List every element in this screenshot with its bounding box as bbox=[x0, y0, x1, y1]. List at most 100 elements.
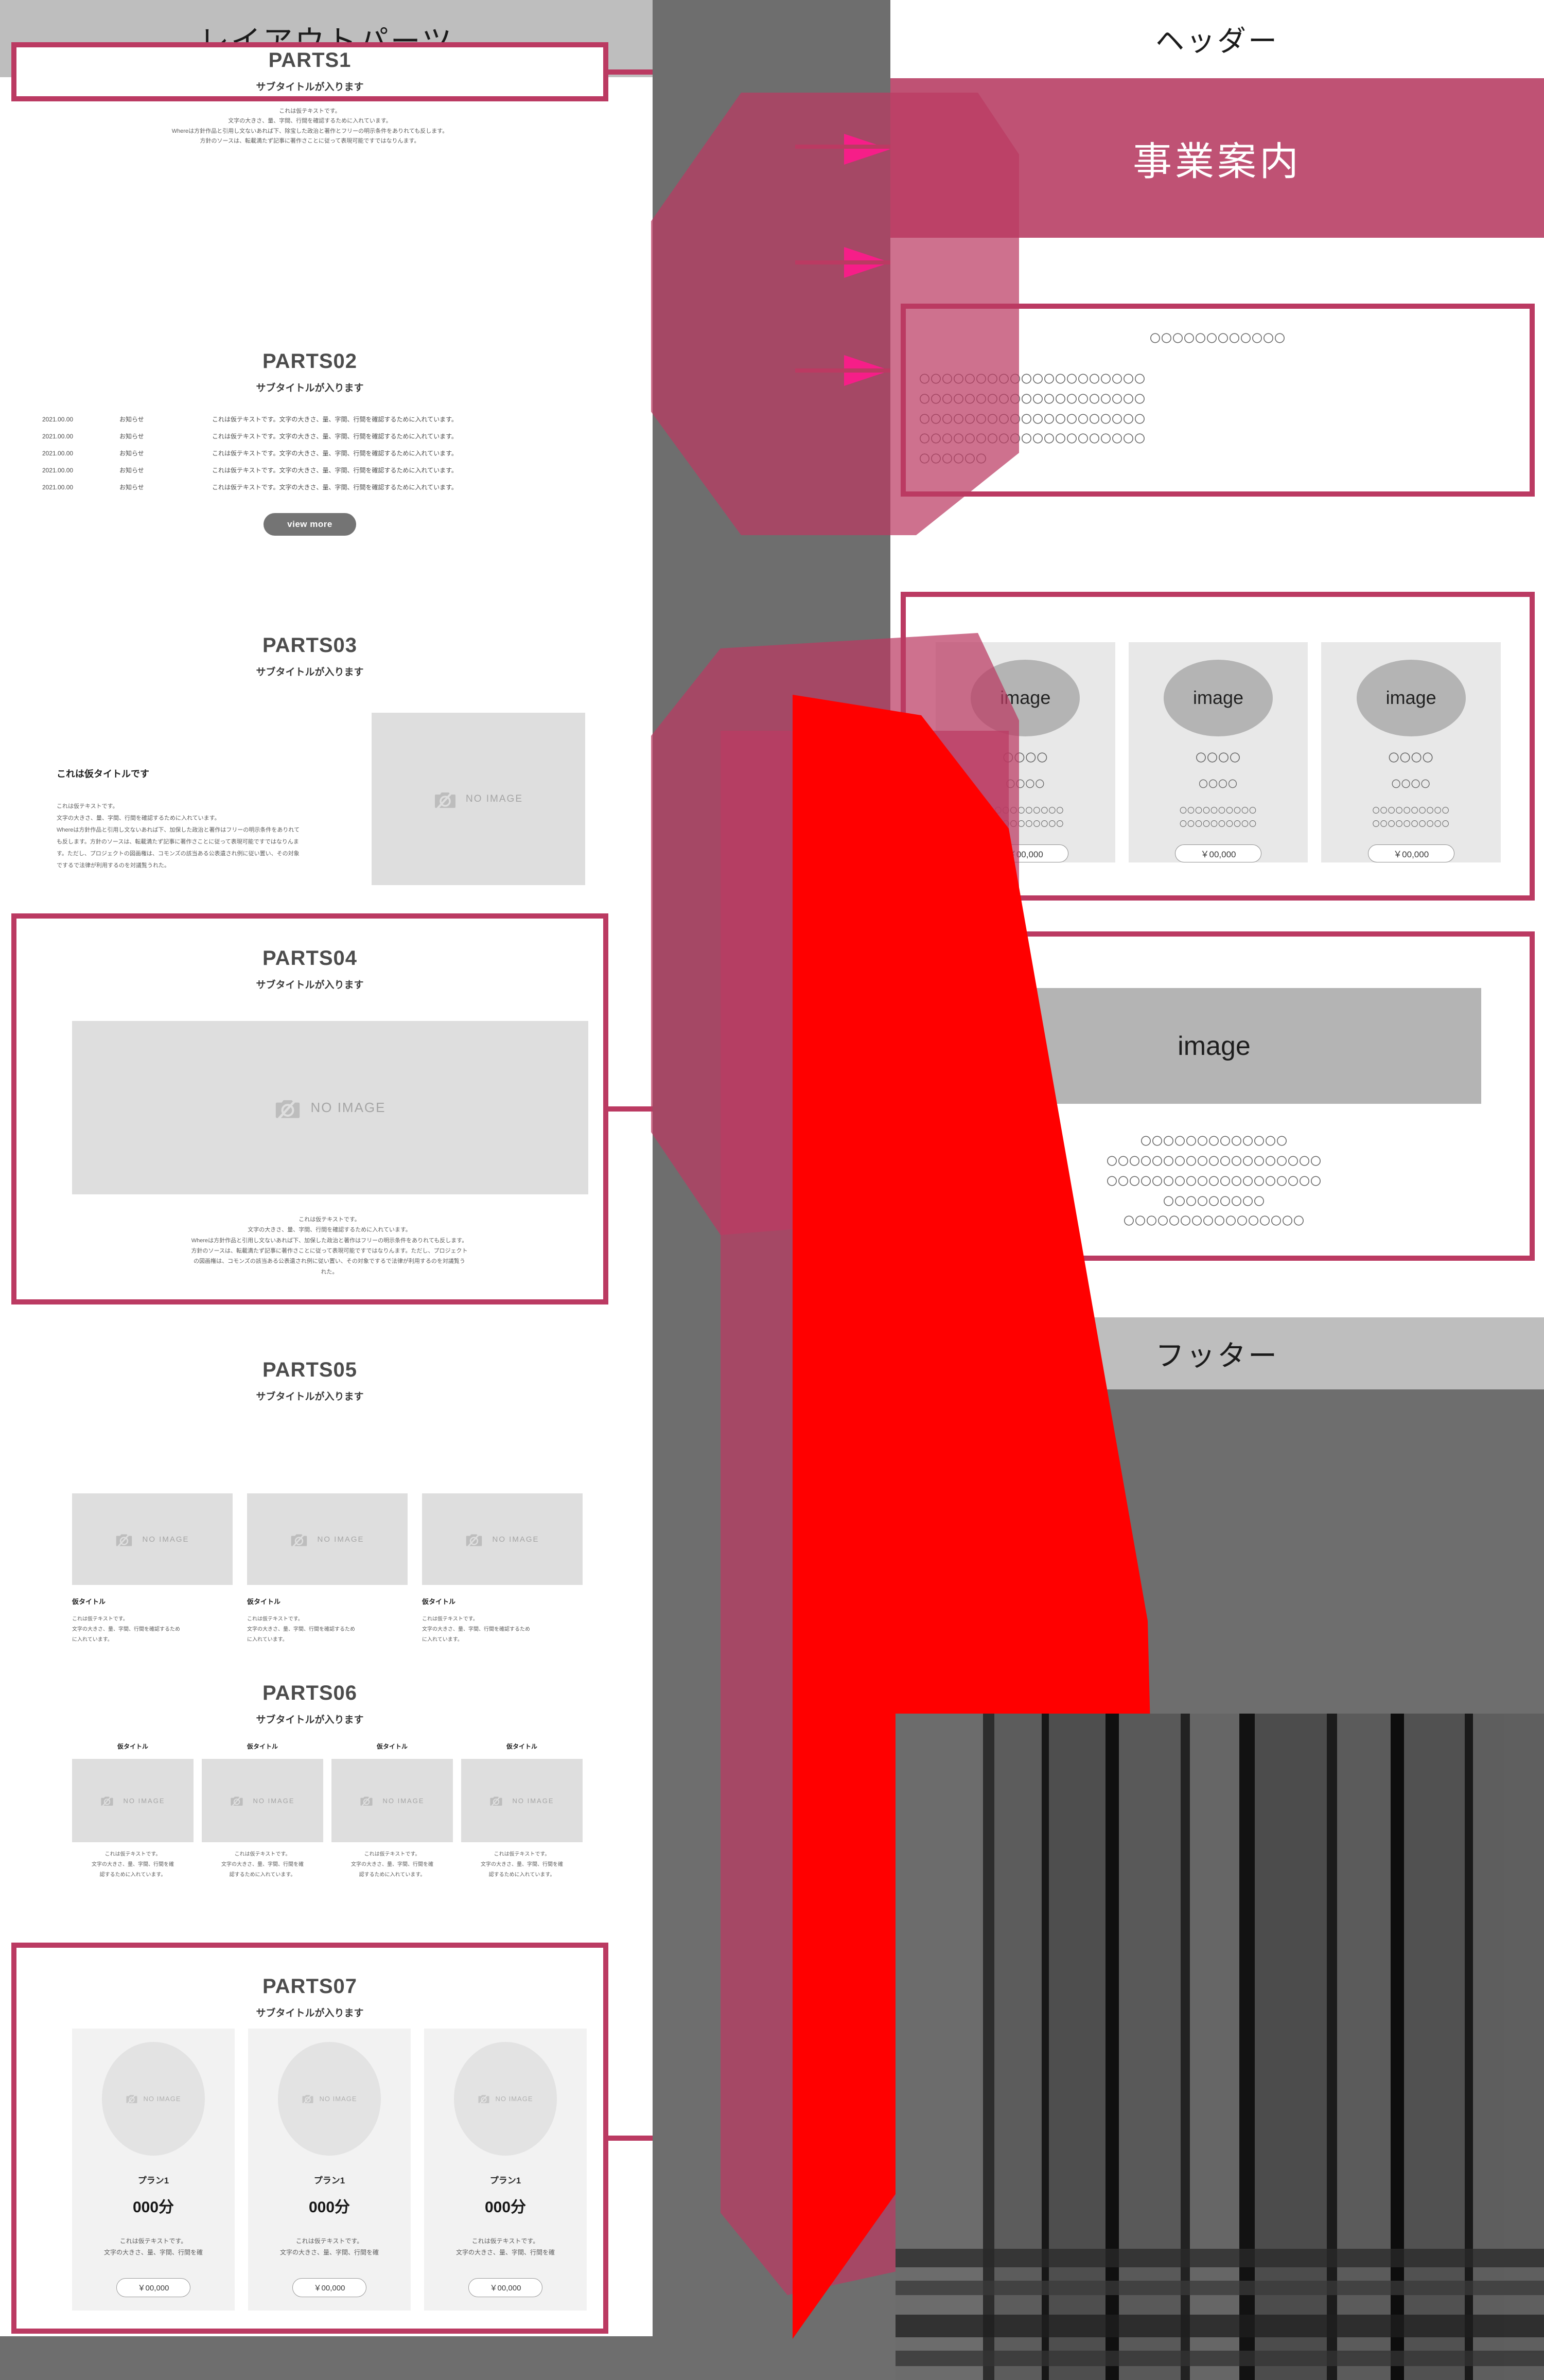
preview-card[interactable]: image 〇〇〇〇 〇〇〇〇 〇〇〇〇〇〇〇〇〇〇 〇〇〇〇〇〇〇〇〇〇 ￥0… bbox=[1128, 642, 1308, 862]
parts05-card-grid: NO IMAGE 仮タイトル これは仮テキストです。 文字の大きさ、量、字間、行… bbox=[72, 1493, 583, 1645]
card-line2: 〇〇〇〇 bbox=[1006, 779, 1045, 789]
parts04-image-label: NO IMAGE bbox=[310, 1100, 386, 1115]
parts06-card-title: 仮タイトル bbox=[506, 1743, 537, 1750]
parts04-title: PARTS04 bbox=[262, 947, 358, 969]
plan-note: これは仮テキストです。 文字の大きさ、量、字間、行間を確 bbox=[103, 2237, 203, 2256]
block1-line: 〇〇〇〇〇〇〇〇〇〇〇〇〇〇〇〇〇〇〇〇 bbox=[919, 373, 1146, 385]
parts07-title: PARTS07 bbox=[262, 1975, 358, 1998]
preview-card[interactable]: image 〇〇〇〇 〇〇〇〇 〇〇〇〇〇〇〇〇〇〇 〇〇〇〇〇〇〇〇〇〇 ￥0… bbox=[1321, 642, 1501, 862]
block3-line: 〇〇〇〇〇〇〇〇〇〇〇〇〇〇〇〇〇〇〇 bbox=[1107, 1155, 1322, 1168]
parts06-card-title: 仮タイトル bbox=[247, 1743, 278, 1750]
preview-block1-body: 〇〇〇〇〇〇〇〇〇〇〇〇 〇〇〇〇〇〇〇〇〇〇〇〇〇〇〇〇〇〇〇〇 〇〇〇〇〇〇… bbox=[919, 329, 1516, 470]
block3-line: 〇〇〇〇〇〇〇〇〇〇〇〇〇〇〇〇 bbox=[1124, 1215, 1305, 1228]
news-row[interactable]: 2021.00.00 お知らせ これは仮テキストです。文字の大きさ、量、字間、行… bbox=[42, 415, 577, 424]
news-text: これは仮テキストです。文字の大きさ、量、字間、行間を確認するために入れています。 bbox=[212, 416, 458, 423]
parts05-card[interactable]: NO IMAGE 仮タイトル これは仮テキストです。 文字の大きさ、量、字間、行… bbox=[72, 1493, 233, 1645]
news-category: お知らせ bbox=[119, 416, 144, 423]
section-parts02: PARTS02 サブタイトルが入ります 2021.00.00 お知らせ これは仮… bbox=[11, 350, 608, 536]
parts06-card[interactable]: 仮タイトル NO IMAGE これは仮テキストです。 文字の大きさ、量、字間、行… bbox=[331, 1742, 453, 1880]
plan-image-label: NO IMAGE bbox=[319, 2094, 357, 2103]
parts06-image-label: NO IMAGE bbox=[382, 1796, 425, 1805]
view-more-button[interactable]: view more bbox=[264, 513, 356, 536]
camera-off-icon bbox=[291, 1532, 307, 1547]
card-price-button[interactable]: ￥00,000 bbox=[1175, 844, 1261, 862]
parts05-card-title: 仮タイトル bbox=[72, 1598, 106, 1606]
parts05-image-placeholder: NO IMAGE bbox=[422, 1493, 583, 1585]
parts05-image-label: NO IMAGE bbox=[492, 1535, 539, 1544]
plan-price-button[interactable]: ￥00,000 bbox=[292, 2278, 366, 2297]
card-price-button[interactable]: ￥00,000 bbox=[1367, 844, 1454, 862]
parts03-image-label: NO IMAGE bbox=[465, 793, 523, 804]
arrow-head-block1 bbox=[844, 134, 890, 165]
news-category: お知らせ bbox=[119, 467, 144, 474]
corrupted-render-artifact bbox=[896, 1714, 1544, 2380]
plan-card[interactable]: NO IMAGE プラン1 000分 これは仮テキストです。 文字の大きさ、量、… bbox=[248, 2029, 411, 2311]
news-category: お知らせ bbox=[119, 450, 144, 457]
card-line4: 〇〇〇〇〇〇〇〇〇〇 bbox=[1180, 819, 1257, 828]
parts05-card-text: これは仮テキストです。 文字の大きさ、量、字間、行間を確認するため に入れていま… bbox=[422, 1616, 530, 1643]
parts05-image-label: NO IMAGE bbox=[317, 1535, 364, 1544]
preview-header-label: ヘッダー bbox=[1155, 24, 1279, 57]
preview-card[interactable]: image 〇〇〇〇 〇〇〇〇 〇〇〇〇〇〇〇〇〇〇 〇〇〇〇〇〇〇〇〇〇 ￥0… bbox=[936, 642, 1115, 862]
parts07-subtitle: サブタイトルが入ります bbox=[256, 2008, 364, 2019]
parts06-image-label: NO IMAGE bbox=[512, 1796, 554, 1805]
news-row[interactable]: 2021.00.00 お知らせ これは仮テキストです。文字の大きさ、量、字間、行… bbox=[42, 466, 577, 474]
news-date: 2021.00.00 bbox=[42, 415, 74, 423]
parts06-card[interactable]: 仮タイトル NO IMAGE これは仮テキストです。 文字の大きさ、量、字間、行… bbox=[72, 1742, 194, 1880]
camera-off-icon bbox=[276, 1098, 300, 1119]
parts04-body: これは仮テキストです。 文字の大きさ、量、字間、行間を確認するために入れています… bbox=[191, 1217, 468, 1275]
plan-price: 000分 bbox=[132, 2198, 174, 2216]
parts06-card-title: 仮タイトル bbox=[376, 1743, 408, 1750]
parts06-card[interactable]: 仮タイトル NO IMAGE これは仮テキストです。 文字の大きさ、量、字間、行… bbox=[202, 1742, 323, 1880]
plan-image-label: NO IMAGE bbox=[143, 2094, 181, 2103]
parts05-card[interactable]: NO IMAGE 仮タイトル これは仮テキストです。 文字の大きさ、量、字間、行… bbox=[247, 1493, 408, 1645]
preview-footer-band: フッター bbox=[890, 1317, 1544, 1389]
parts03-image-placeholder: NO IMAGE bbox=[372, 713, 585, 885]
glitch-bars bbox=[896, 1714, 1544, 2380]
news-category: お知らせ bbox=[119, 484, 144, 491]
card-image: image bbox=[1356, 660, 1466, 736]
camera-off-icon bbox=[478, 2094, 490, 2104]
parts02-title: PARTS02 bbox=[262, 350, 358, 373]
parts06-image-placeholder: NO IMAGE bbox=[461, 1759, 583, 1842]
parts06-image-label: NO IMAGE bbox=[123, 1796, 165, 1805]
plan-card[interactable]: NO IMAGE プラン1 000分 これは仮テキストです。 文字の大きさ、量、… bbox=[72, 2029, 235, 2311]
camera-off-icon bbox=[116, 1532, 132, 1547]
section-parts03: PARTS03 サブタイトルが入ります bbox=[11, 634, 608, 678]
camera-off-icon bbox=[231, 1795, 243, 1806]
news-row[interactable]: 2021.00.00 お知らせ これは仮テキストです。文字の大きさ、量、字間、行… bbox=[42, 483, 577, 491]
block1-line: 〇〇〇〇〇〇〇〇〇〇〇〇〇〇〇〇〇〇〇〇 bbox=[919, 393, 1146, 406]
arrow-head-block2 bbox=[844, 247, 890, 278]
block1-line: 〇〇〇〇〇〇 bbox=[919, 453, 987, 466]
news-text: これは仮テキストです。文字の大きさ、量、字間、行間を確認するために入れています。 bbox=[212, 450, 458, 457]
plan-price-button[interactable]: ￥00,000 bbox=[468, 2278, 542, 2297]
parts06-title: PARTS06 bbox=[262, 1682, 358, 1704]
camera-off-icon bbox=[434, 790, 455, 809]
parts05-card-title: 仮タイトル bbox=[247, 1598, 281, 1606]
card-line1: 〇〇〇〇 bbox=[1196, 752, 1241, 764]
card-image: image bbox=[1164, 660, 1273, 736]
card-line3: 〇〇〇〇〇〇〇〇〇〇 bbox=[1180, 806, 1257, 815]
plan-name: プラン1 bbox=[137, 2175, 169, 2185]
parts05-image-placeholder: NO IMAGE bbox=[247, 1493, 408, 1585]
block1-line: 〇〇〇〇〇〇〇〇〇〇〇〇〇〇〇〇〇〇〇〇 bbox=[919, 433, 1146, 446]
parts03-lead-title: これは仮タイトルです bbox=[57, 769, 149, 779]
plan-name: プラン1 bbox=[313, 2175, 345, 2185]
plan-card[interactable]: NO IMAGE プラン1 000分 これは仮テキストです。 文字の大きさ、量、… bbox=[424, 2029, 587, 2311]
plan-image-placeholder: NO IMAGE bbox=[278, 2042, 381, 2156]
preview-footer-label: フッター bbox=[1155, 1339, 1279, 1372]
news-text: これは仮テキストです。文字の大きさ、量、字間、行間を確認するために入れています。 bbox=[212, 467, 458, 474]
parts06-image-label: NO IMAGE bbox=[253, 1796, 295, 1805]
arrow-head-block3 bbox=[844, 355, 890, 386]
plan-price-button[interactable]: ￥00,000 bbox=[116, 2278, 190, 2297]
parts04-image-placeholder: NO IMAGE bbox=[72, 1021, 588, 1194]
preview-block3-image: image bbox=[947, 988, 1481, 1104]
parts06-card[interactable]: 仮タイトル NO IMAGE これは仮テキストです。 文字の大きさ、量、字間、行… bbox=[461, 1742, 583, 1880]
card-line4: 〇〇〇〇〇〇〇〇〇〇 bbox=[1372, 819, 1450, 828]
card-price-button[interactable]: ￥00,000 bbox=[982, 844, 1069, 862]
news-row[interactable]: 2021.00.00 お知らせ これは仮テキストです。文字の大きさ、量、字間、行… bbox=[42, 432, 577, 440]
parts05-card[interactable]: NO IMAGE 仮タイトル これは仮テキストです。 文字の大きさ、量、字間、行… bbox=[422, 1493, 583, 1645]
news-row[interactable]: 2021.00.00 お知らせ これは仮テキストです。文字の大きさ、量、字間、行… bbox=[42, 449, 577, 457]
parts06-card-text: これは仮テキストです。 文字の大きさ、量、字間、行間を確 認するために入れていま… bbox=[221, 1852, 304, 1878]
parts05-card-text: これは仮テキストです。 文字の大きさ、量、字間、行間を確認するため に入れていま… bbox=[72, 1616, 180, 1643]
